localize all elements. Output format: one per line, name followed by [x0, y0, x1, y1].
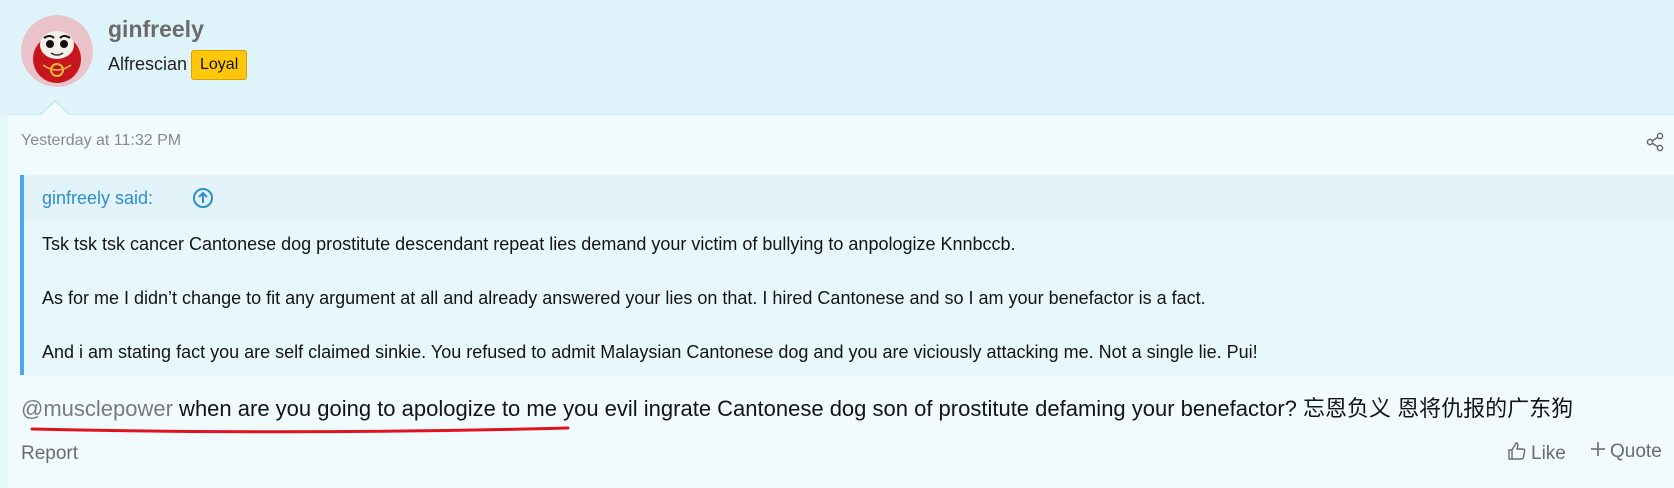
thumbs-up-icon: [1507, 441, 1527, 467]
report-link[interactable]: Report: [21, 443, 78, 465]
quote-line: Tsk tsk tsk cancer Cantonese dog prostit…: [42, 234, 1016, 254]
arrow-up-circle-icon[interactable]: [192, 187, 214, 209]
quote-header: ginfreely said:: [24, 175, 1674, 222]
red-underline-annotation: [30, 426, 570, 434]
quote-block: ginfreely said: Tsk tsk tsk cancer Canto…: [20, 175, 1674, 375]
quote-line: As for me I didn’t change to fit any arg…: [42, 288, 1206, 308]
quote-author-link[interactable]: ginfreely said:: [42, 188, 153, 209]
post-timestamp[interactable]: Yesterday at 11:32 PM: [21, 132, 181, 150]
quote-label: Quote: [1610, 441, 1662, 462]
user-title: Alfrescian: [108, 54, 188, 74]
share-icon[interactable]: [1645, 132, 1665, 152]
user-badge: Loyal: [191, 50, 248, 80]
like-button[interactable]: Like: [1507, 441, 1566, 467]
username-link[interactable]: ginfreely: [108, 16, 204, 43]
user-mention[interactable]: @musclepower: [21, 396, 173, 421]
post-author-header: [0, 0, 1674, 114]
like-label: Like: [1531, 443, 1566, 464]
post-message: @musclepower when are you going to apolo…: [21, 391, 1573, 423]
quote-button[interactable]: Quote: [1590, 441, 1662, 463]
avatar[interactable]: [21, 15, 93, 87]
quote-line: And i am stating fact you are self claim…: [42, 342, 1258, 362]
message-text: when are you going to apologize to me yo…: [172, 396, 1574, 421]
plus-icon: [1590, 441, 1606, 463]
post-arrow-inner: [41, 102, 69, 115]
